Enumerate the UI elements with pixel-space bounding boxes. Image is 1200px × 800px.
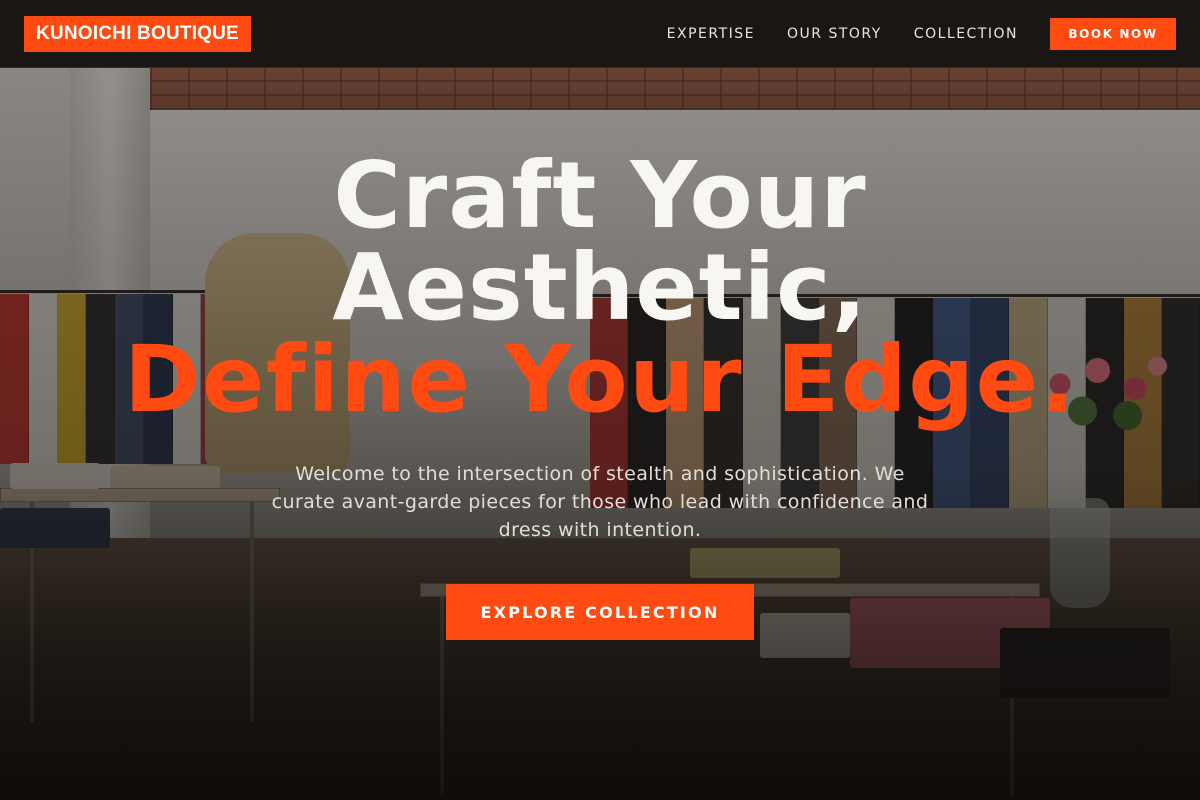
nav-link-our-story[interactable]: OUR STORY xyxy=(787,26,882,42)
nav-link-collection[interactable]: COLLECTION xyxy=(914,26,1018,42)
headline-line-1: Craft Your xyxy=(333,142,867,249)
brand-logo[interactable]: KUNOICHI BOUTIQUE xyxy=(24,15,251,52)
hero-tagline: Welcome to the intersection of stealth a… xyxy=(271,463,929,541)
nav-links: EXPERTISE OUR STORY COLLECTION xyxy=(667,26,1018,42)
nav-link-expertise[interactable]: EXPERTISE xyxy=(667,26,755,42)
headline-accent: Define Your Edge. xyxy=(124,326,1076,433)
top-navbar: KUNOICHI BOUTIQUE EXPERTISE OUR STORY CO… xyxy=(0,0,1200,68)
hero-content: Craft Your Aesthetic, Define Your Edge. … xyxy=(0,150,1200,640)
headline-line-2: Aesthetic, xyxy=(332,234,868,341)
book-now-button[interactable]: BOOK NOW xyxy=(1050,17,1176,50)
explore-collection-button[interactable]: EXPLORE COLLECTION xyxy=(446,584,754,640)
nav-right: EXPERTISE OUR STORY COLLECTION BOOK NOW xyxy=(667,17,1176,50)
hero-headline: Craft Your Aesthetic, Define Your Edge. xyxy=(0,150,1200,426)
